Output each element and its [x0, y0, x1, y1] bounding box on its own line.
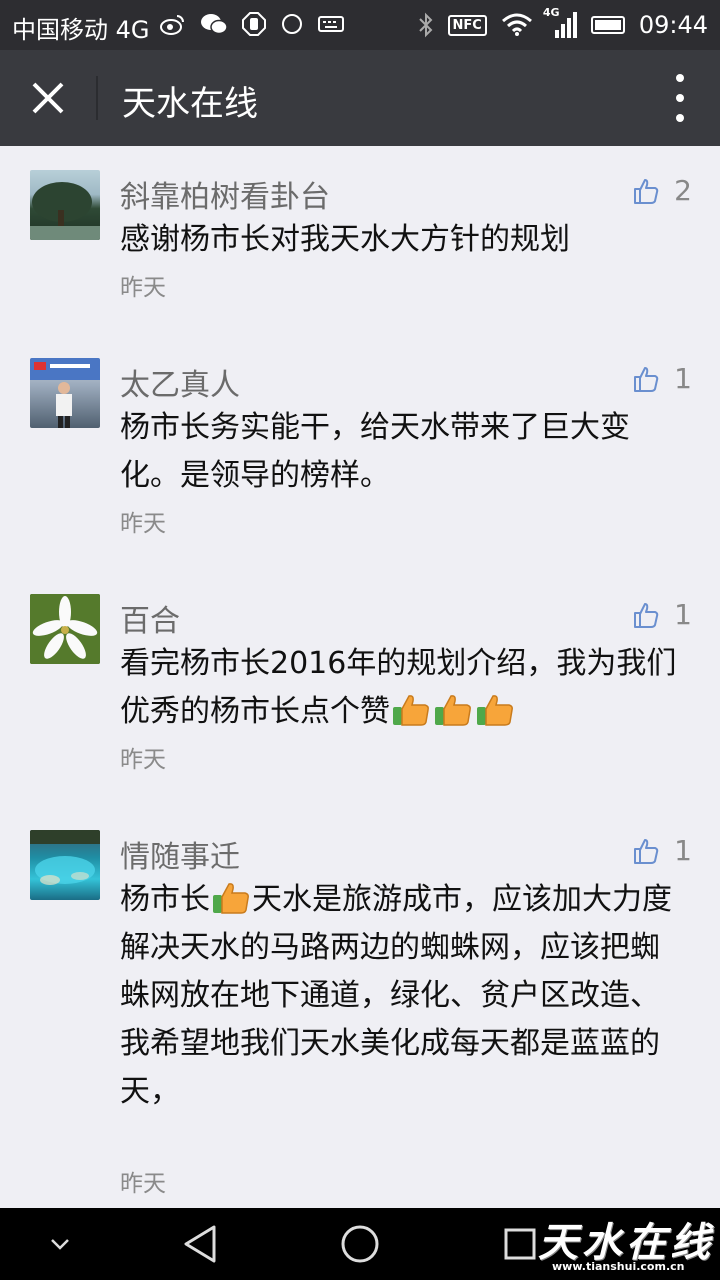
thumbs-up-emoji-icon — [213, 883, 249, 914]
comment-time: 昨天 — [120, 275, 166, 301]
watermark-logo: 天水在线 — [538, 1219, 714, 1266]
watermark-url: www.tianshui.com.cn — [552, 1260, 685, 1273]
circle-icon — [282, 14, 302, 34]
comment-author[interactable]: 斜靠柏树看卦台 — [120, 172, 330, 216]
like-count: 1 — [674, 834, 692, 867]
comment-item: 百合 1 看完杨市长2016年的规划介绍，我为我们优秀的杨市长点个赞 昨天 — [0, 592, 720, 828]
avatar[interactable] — [30, 594, 100, 664]
comment-time: 昨天 — [120, 1171, 166, 1197]
comment-item: 斜靠柏树看卦台 2 感谢杨市长对我天水大方针的规划 昨天 — [0, 146, 720, 356]
home-button[interactable] — [338, 1222, 382, 1266]
comment-item: 情随事迁 1 杨市长 天水是旅游成市，应该加大力度解决天水的马路两边的蜘蛛网，应该… — [0, 828, 720, 1208]
thumbs-up-emoji-icon — [477, 695, 513, 726]
back-triangle-icon — [184, 1225, 216, 1263]
comment-author[interactable]: 太乙真人 — [120, 360, 240, 404]
like-count: 1 — [674, 362, 692, 395]
chevron-down-icon — [51, 1239, 69, 1250]
system-status: NFC 4G 09:44 — [418, 6, 708, 40]
notification-icons — [160, 12, 344, 36]
comment-text: 看完杨市长2016年的规划介绍，我为我们优秀的杨市长点个赞 — [120, 640, 680, 736]
comment-text: 杨市长务实能干，给天水带来了巨大变化。是领导的榜样。 — [120, 410, 630, 493]
recents-square-icon — [504, 1228, 536, 1260]
comment-author[interactable]: 情随事迁 — [120, 832, 240, 876]
like-button[interactable]: 1 — [632, 598, 692, 631]
more-vertical-icon — [676, 74, 684, 82]
navigation-bar: 天水在线 www.tianshui.com.cn — [0, 1208, 720, 1280]
title-divider — [96, 76, 98, 120]
app-bar: 天水在线 — [0, 50, 720, 146]
avatar[interactable] — [30, 358, 100, 428]
comment-text-start: 杨市长 — [120, 882, 210, 917]
stop-icon — [242, 12, 266, 36]
thumbs-up-icon — [634, 178, 659, 204]
more-options-button[interactable] — [668, 74, 692, 122]
clock: 09:44 — [638, 11, 708, 39]
weibo-icon — [160, 15, 184, 35]
thumbs-up-emoji-icon — [393, 695, 429, 726]
keyboard-icon — [318, 16, 344, 32]
comment-time: 昨天 — [120, 511, 166, 537]
signal-icon: 4G — [543, 6, 577, 40]
back-button[interactable] — [178, 1222, 222, 1266]
thumbs-up-icon — [634, 838, 659, 864]
comment-author[interactable]: 百合 — [120, 596, 180, 640]
like-count: 1 — [674, 598, 692, 631]
thumbs-up-emoji-icon — [435, 695, 471, 726]
recents-button[interactable] — [498, 1222, 542, 1266]
like-button[interactable]: 2 — [632, 174, 692, 207]
bluetooth-icon — [418, 12, 432, 38]
home-circle-icon — [341, 1225, 379, 1263]
like-button[interactable]: 1 — [632, 362, 692, 395]
nfc-icon: NFC — [447, 14, 487, 36]
wifi-icon — [501, 13, 532, 36]
carrier-label: 中国移动 4G — [12, 16, 150, 44]
status-bar: 中国移动 4G NFC 4G 09:44 — [0, 0, 720, 50]
wechat-icon — [201, 14, 228, 35]
comment-time: 昨天 — [120, 747, 166, 773]
page-title: 天水在线 — [122, 84, 258, 124]
comment-text: 感谢杨市长对我天水大方针的规划 — [120, 222, 570, 257]
avatar[interactable] — [30, 170, 100, 240]
avatar[interactable] — [30, 830, 100, 900]
thumbs-up-icon — [634, 366, 659, 392]
close-icon — [32, 82, 64, 114]
comment-item: 太乙真人 1 杨市长务实能干，给天水带来了巨大变化。是领导的榜样。 昨天 — [0, 356, 720, 592]
site-watermark: 天水在线 www.tianshui.com.cn — [538, 1210, 714, 1276]
comment-text: 杨市长 天水是旅游成市，应该加大力度解决天水的马路两边的蜘蛛网，应该把蜘蛛网放在地… — [120, 876, 680, 1116]
collapse-nav-button[interactable] — [38, 1222, 82, 1266]
like-count: 2 — [674, 174, 692, 207]
close-button[interactable] — [20, 70, 76, 126]
battery-icon — [590, 16, 625, 34]
thumbs-up-icon — [634, 602, 659, 628]
like-button[interactable]: 1 — [632, 834, 692, 867]
